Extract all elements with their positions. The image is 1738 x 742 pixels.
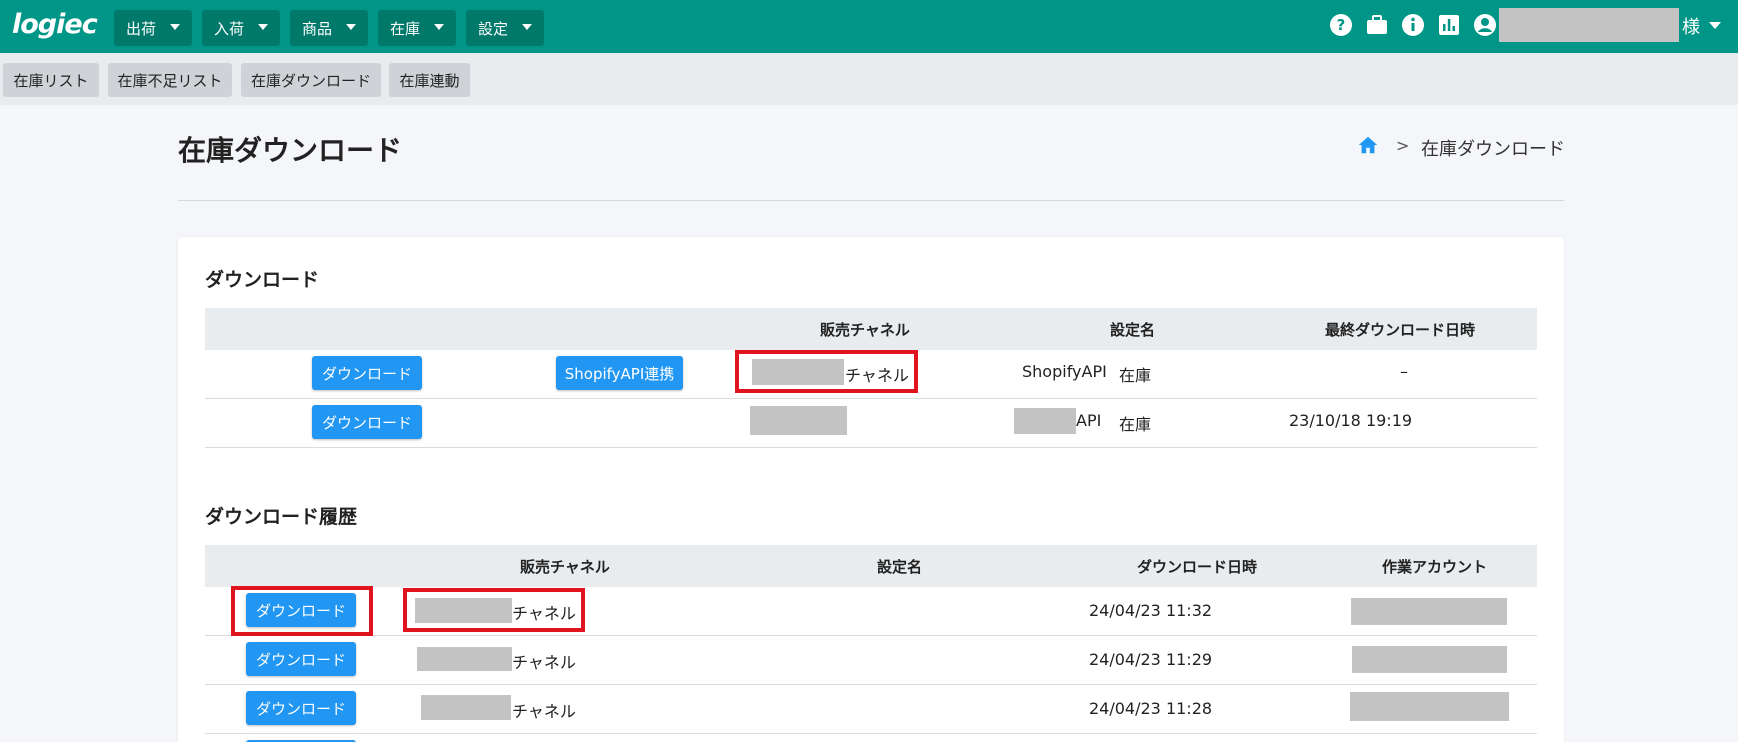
nav-menu-label: 商品: [302, 19, 333, 38]
briefcase-icon[interactable]: [1365, 13, 1389, 37]
header-sales-channel: 販売チャネル: [520, 558, 610, 576]
table-row: ダウンロード チャネル 24/04/23 11:28: [205, 685, 1537, 734]
user-name-redacted[interactable]: [1499, 8, 1679, 42]
chevron-down-icon: [258, 24, 268, 30]
nav-menu-label: 設定: [478, 19, 509, 38]
download-button[interactable]: ダウンロード: [312, 356, 422, 390]
chevron-down-icon: [170, 24, 180, 30]
info-icon[interactable]: [1401, 13, 1425, 37]
download-section-title: ダウンロード: [205, 269, 320, 291]
highlight-box: [403, 588, 585, 632]
help-icon[interactable]: ?: [1329, 13, 1353, 37]
setting-name: ShopifyAPI: [1022, 362, 1107, 381]
download-button[interactable]: ダウンロード: [246, 691, 356, 725]
page-title: 在庫ダウンロード: [178, 134, 403, 167]
last-download-datetime: 23/10/18 19:19: [1289, 411, 1413, 430]
nav-menu-label: 出荷: [126, 19, 157, 38]
header-setting-name: 設定名: [877, 558, 923, 576]
header-download-datetime: ダウンロード日時: [1137, 558, 1258, 576]
operator-account-redacted: [1351, 598, 1507, 625]
table-row: ダウンロード ShopifyAPI連携 チャネル ShopifyAPI 在庫 –: [205, 350, 1537, 399]
header-setting-name: 設定名: [1110, 321, 1156, 339]
nav-menu-products[interactable]: 商品: [290, 10, 368, 46]
download-button[interactable]: ダウンロード: [312, 405, 422, 439]
nav-menu-receiving[interactable]: 入荷: [202, 10, 280, 46]
table-row: ダウンロード API 在庫 23/10/18 19:19: [205, 399, 1537, 448]
download-table-header: 販売チャネル 設定名 最終ダウンロード日時: [205, 308, 1537, 350]
chart-icon[interactable]: [1437, 13, 1461, 37]
nav-menu-label: 入荷: [214, 19, 245, 38]
highlight-box: [231, 586, 373, 636]
breadcrumb-current: 在庫ダウンロード: [1421, 139, 1565, 160]
channel-suffix: チャネル: [512, 653, 576, 672]
download-button[interactable]: ダウンロード: [246, 642, 356, 676]
header-last-download: 最終ダウンロード日時: [1325, 321, 1476, 339]
subnav-shortage-list[interactable]: 在庫不足リスト: [108, 63, 232, 97]
sub-navbar: 在庫リスト 在庫不足リスト 在庫ダウンロード 在庫連動: [0, 53, 1738, 105]
last-download-datetime: –: [1400, 362, 1408, 381]
app-logo[interactable]: logiec: [12, 9, 98, 40]
subnav-inventory-sync[interactable]: 在庫連動: [389, 63, 470, 97]
channel-name-redacted: [750, 406, 847, 435]
setting-name-redacted: [1014, 408, 1076, 434]
operator-account-redacted: [1350, 692, 1509, 721]
top-navbar: logiec 出荷 入荷 商品 在庫 設定 ? 様: [0, 0, 1738, 53]
history-section-title: ダウンロード履歴: [205, 506, 358, 528]
header-operator-account: 作業アカウント: [1382, 558, 1488, 576]
table-row: ダウンロード チャネル 24/04/23 11:29: [205, 636, 1537, 685]
shopify-api-link-button[interactable]: ShopifyAPI連携: [556, 356, 683, 390]
svg-text:?: ?: [1337, 16, 1346, 34]
channel-suffix: チャネル: [512, 702, 576, 721]
home-icon[interactable]: [1357, 134, 1379, 156]
channel-name-redacted: [421, 695, 511, 720]
setting-type: 在庫: [1119, 415, 1152, 434]
subnav-inventory-list[interactable]: 在庫リスト: [3, 63, 99, 97]
divider: [178, 200, 1564, 201]
highlight-box: [735, 350, 918, 393]
download-datetime: 24/04/23 11:28: [1089, 699, 1213, 718]
setting-name: API: [1076, 411, 1102, 430]
chevron-down-icon[interactable]: [1709, 22, 1721, 29]
chevron-down-icon: [346, 24, 356, 30]
breadcrumb-separator: >: [1396, 136, 1410, 155]
channel-name-redacted: [417, 647, 512, 671]
chevron-down-icon: [434, 24, 444, 30]
table-row: ダウンロード チャネル 24/04/23 11:32: [205, 586, 1537, 636]
download-datetime: 24/04/23 11:29: [1089, 650, 1213, 669]
user-suffix: 様: [1682, 17, 1700, 38]
nav-menu-inventory[interactable]: 在庫: [378, 10, 456, 46]
operator-account-redacted: [1352, 646, 1507, 673]
setting-type: 在庫: [1119, 366, 1152, 385]
chevron-down-icon: [522, 24, 532, 30]
nav-menu-shipping[interactable]: 出荷: [114, 10, 192, 46]
account-icon[interactable]: [1473, 13, 1497, 37]
nav-menu-settings[interactable]: 設定: [466, 10, 544, 46]
nav-menu-label: 在庫: [390, 19, 421, 38]
download-datetime: 24/04/23 11:32: [1089, 601, 1213, 620]
header-sales-channel: 販売チャネル: [820, 321, 910, 339]
history-table-header: 販売チャネル 設定名 ダウンロード日時 作業アカウント: [205, 545, 1537, 587]
subnav-inventory-download[interactable]: 在庫ダウンロード: [241, 63, 381, 97]
